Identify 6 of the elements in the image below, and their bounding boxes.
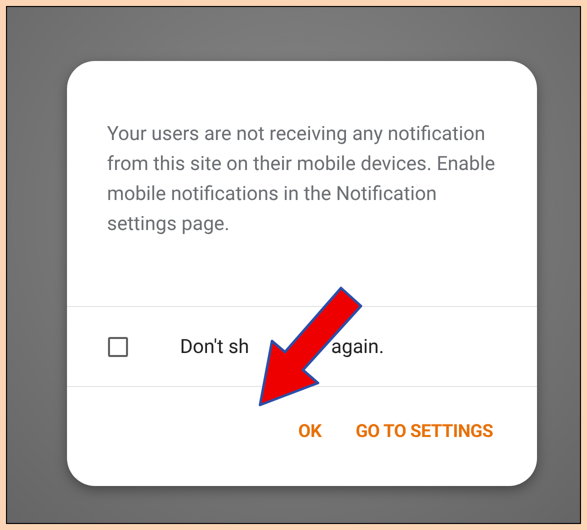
- checkbox-label: again.: [331, 334, 384, 360]
- checkbox-label: Don't sh: [180, 334, 250, 360]
- dialog-button[interactable]: GO TO SETTINGS: [352, 412, 497, 451]
- checkbox[interactable]: [108, 336, 128, 356]
- dialog-button[interactable]: OK: [294, 412, 326, 451]
- dialog-message: Your users are not receiving any notification from this site on their mobile devices. Enable mobile notifications in the Notification settings page.: [106, 121, 496, 237]
